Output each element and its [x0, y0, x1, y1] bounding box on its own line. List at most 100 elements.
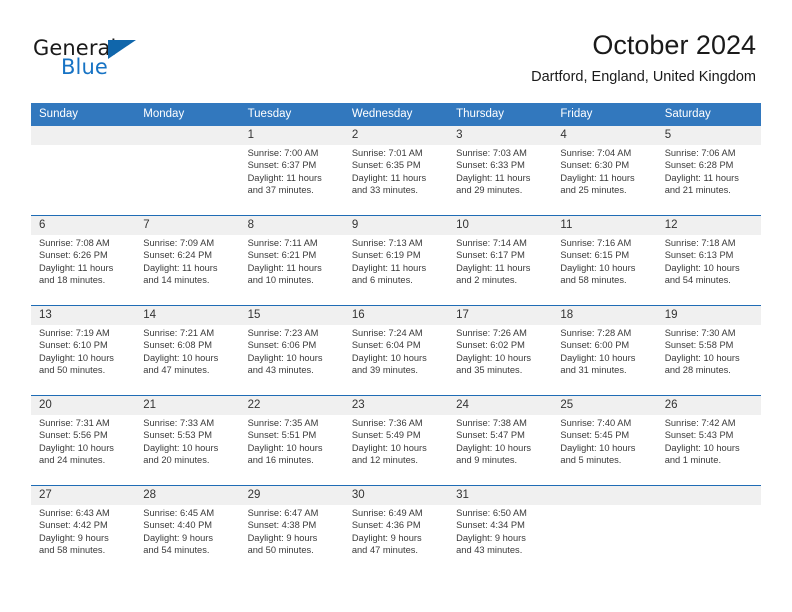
day-number: 14	[135, 305, 240, 325]
day-number: 13	[31, 305, 136, 325]
day-cell: Sunrise: 6:50 AM Sunset: 4:34 PM Dayligh…	[448, 505, 553, 575]
day-cell: Sunrise: 7:33 AM Sunset: 5:53 PM Dayligh…	[135, 415, 240, 486]
daylight-text-line1: Daylight: 9 hours	[143, 532, 214, 543]
sunrise-text: Sunrise: 7:03 AM	[456, 148, 527, 158]
sunrise-text: Sunrise: 7:26 AM	[456, 328, 527, 338]
weekday-header-wednesday: Wednesday	[343, 103, 449, 126]
day-cell: Sunrise: 6:43 AM Sunset: 4:42 PM Dayligh…	[31, 505, 136, 575]
sunrise-text: Sunrise: 7:18 AM	[664, 238, 736, 248]
sunset-text: Sunset: 6:00 PM	[560, 340, 630, 351]
daylight-text-line1: Daylight: 9 hours	[456, 532, 526, 543]
daylight-text-line2: and 25 minutes.	[560, 184, 627, 195]
sunrise-text: Sunrise: 7:08 AM	[39, 238, 110, 248]
day-number: 11	[552, 215, 657, 235]
sunset-text: Sunset: 6:21 PM	[247, 250, 317, 261]
daylight-text-line2: and 12 minutes.	[351, 454, 418, 465]
daylight-text-line2: and 50 minutes.	[247, 544, 314, 555]
day-cell: Sunrise: 7:09 AM Sunset: 6:24 PM Dayligh…	[135, 235, 240, 306]
day-number: 2	[343, 126, 449, 145]
daylight-text-line1: Daylight: 11 hours	[351, 262, 427, 273]
daylight-text-line2: and 16 minutes.	[247, 454, 314, 465]
weekday-header-monday: Monday	[135, 103, 240, 126]
week-3-info-row: Sunrise: 7:19 AM Sunset: 6:10 PM Dayligh…	[31, 325, 761, 396]
day-cell: Sunrise: 7:00 AM Sunset: 6:37 PM Dayligh…	[239, 145, 344, 216]
day-cell: Sunrise: 7:08 AM Sunset: 6:26 PM Dayligh…	[31, 235, 136, 306]
sunset-text: Sunset: 4:36 PM	[351, 520, 421, 531]
calendar-grid: Sunday Monday Tuesday Wednesday Thursday…	[31, 103, 761, 575]
daylight-text-line1: Daylight: 9 hours	[39, 532, 109, 543]
day-cell: Sunrise: 7:01 AM Sunset: 6:35 PM Dayligh…	[343, 145, 449, 216]
day-number	[656, 485, 761, 505]
daylight-text-line2: and 33 minutes.	[351, 184, 418, 195]
day-number: 27	[31, 485, 136, 505]
week-3-daynum-row: 13 14 15 16 17 18 19	[31, 305, 761, 325]
daylight-text-line2: and 47 minutes.	[351, 544, 418, 555]
day-cell: Sunrise: 7:11 AM Sunset: 6:21 PM Dayligh…	[239, 235, 344, 306]
sunset-text: Sunset: 4:42 PM	[39, 520, 108, 531]
sunset-text: Sunset: 6:13 PM	[664, 250, 734, 261]
daylight-text-line1: Daylight: 10 hours	[143, 442, 219, 453]
sunset-text: Sunset: 6:33 PM	[456, 160, 525, 171]
day-number: 7	[135, 215, 240, 235]
sunset-text: Sunset: 4:38 PM	[247, 520, 317, 531]
day-cell: Sunrise: 7:42 AM Sunset: 5:43 PM Dayligh…	[656, 415, 761, 486]
page-title: October 2024	[592, 30, 756, 60]
sunrise-text: Sunrise: 7:23 AM	[247, 328, 319, 338]
day-number: 5	[656, 126, 761, 145]
sunrise-text: Sunrise: 7:33 AM	[143, 418, 215, 428]
sunrise-text: Sunrise: 7:09 AM	[143, 238, 215, 248]
day-cell: Sunrise: 7:21 AM Sunset: 6:08 PM Dayligh…	[135, 325, 240, 396]
sunset-text: Sunset: 5:47 PM	[456, 430, 525, 441]
daylight-text-line1: Daylight: 10 hours	[560, 442, 636, 453]
daylight-text-line2: and 50 minutes.	[39, 364, 106, 375]
daylight-text-line2: and 29 minutes.	[456, 184, 523, 195]
day-cell: Sunrise: 7:38 AM Sunset: 5:47 PM Dayligh…	[448, 415, 553, 486]
day-number: 29	[239, 485, 344, 505]
day-number: 16	[343, 305, 449, 325]
daylight-text-line2: and 58 minutes.	[560, 274, 627, 285]
daylight-text-line1: Daylight: 10 hours	[39, 442, 114, 453]
day-number: 1	[239, 126, 344, 145]
day-number: 6	[31, 215, 136, 235]
logo-text-blue: Blue	[61, 55, 108, 79]
sunrise-text: Sunrise: 6:47 AM	[247, 508, 319, 518]
daylight-text-line1: Daylight: 9 hours	[351, 532, 422, 543]
day-number: 24	[448, 395, 553, 415]
sunset-text: Sunset: 6:24 PM	[143, 250, 213, 261]
week-4-info-row: Sunrise: 7:31 AM Sunset: 5:56 PM Dayligh…	[31, 415, 761, 486]
sunrise-text: Sunrise: 7:21 AM	[143, 328, 215, 338]
week-2-daynum-row: 6 7 8 9 10 11 12	[31, 215, 761, 235]
day-number: 28	[135, 485, 240, 505]
day-cell: Sunrise: 7:35 AM Sunset: 5:51 PM Dayligh…	[239, 415, 344, 486]
daylight-text-line1: Daylight: 10 hours	[247, 442, 323, 453]
day-cell: Sunrise: 7:40 AM Sunset: 5:45 PM Dayligh…	[552, 415, 657, 486]
title-block: October 2024 Dartford, England, United K…	[531, 28, 756, 86]
day-cell: Sunrise: 7:26 AM Sunset: 6:02 PM Dayligh…	[448, 325, 553, 396]
sunset-text: Sunset: 6:02 PM	[456, 340, 525, 351]
daylight-text-line2: and 1 minute.	[664, 454, 722, 465]
daylight-text-line2: and 5 minutes.	[560, 454, 622, 465]
sunrise-text: Sunrise: 7:24 AM	[351, 328, 423, 338]
generalblue-logo[interactable]: General Blue	[33, 36, 203, 84]
day-cell: Sunrise: 7:16 AM Sunset: 6:15 PM Dayligh…	[552, 235, 657, 306]
daylight-text-line1: Daylight: 10 hours	[560, 262, 636, 273]
day-cell	[135, 145, 240, 216]
daylight-text-line1: Daylight: 10 hours	[664, 352, 740, 363]
day-number	[135, 126, 240, 145]
daylight-text-line2: and 24 minutes.	[39, 454, 106, 465]
daylight-text-line2: and 28 minutes.	[664, 364, 731, 375]
daylight-text-line1: Daylight: 10 hours	[39, 352, 114, 363]
day-cell: Sunrise: 7:18 AM Sunset: 6:13 PM Dayligh…	[656, 235, 761, 306]
daylight-text-line1: Daylight: 10 hours	[456, 352, 532, 363]
week-5-info-row: Sunrise: 6:43 AM Sunset: 4:42 PM Dayligh…	[31, 505, 761, 575]
day-number: 31	[448, 485, 553, 505]
daylight-text-line2: and 43 minutes.	[456, 544, 523, 555]
weekday-header-tuesday: Tuesday	[239, 103, 344, 126]
day-number: 20	[31, 395, 136, 415]
sunrise-text: Sunrise: 7:31 AM	[39, 418, 110, 428]
day-number: 8	[239, 215, 344, 235]
sunrise-text: Sunrise: 7:04 AM	[560, 148, 632, 158]
day-number	[552, 485, 657, 505]
day-number: 21	[135, 395, 240, 415]
day-number	[31, 126, 136, 145]
